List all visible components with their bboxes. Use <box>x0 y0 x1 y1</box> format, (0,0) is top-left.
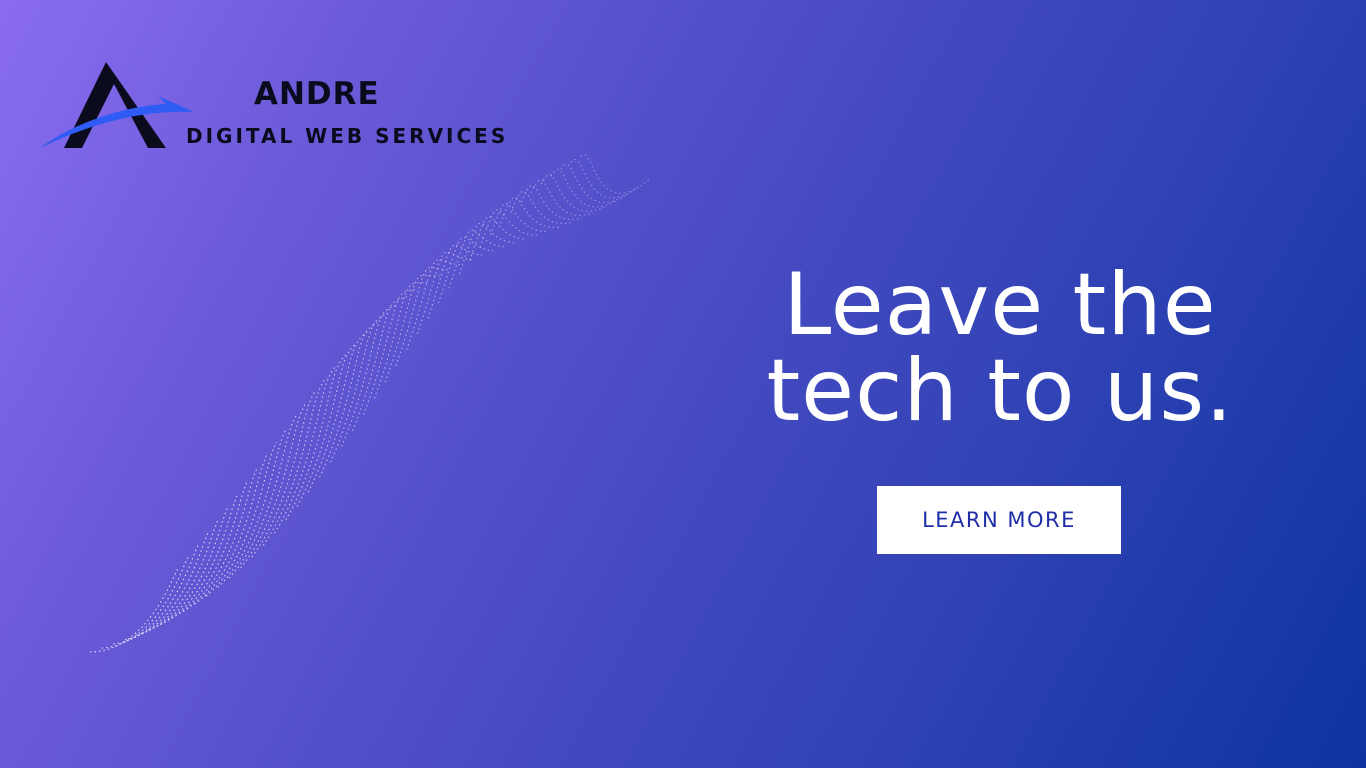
wave-mesh-line <box>205 441 277 597</box>
hero-banner: ANDRE DIGITAL WEB SERVICES Leave the tec… <box>0 0 1366 768</box>
wave-mesh-line <box>194 455 268 605</box>
wave-mesh-line <box>124 532 209 641</box>
wave-mesh-line <box>530 179 594 216</box>
wave-mesh-line <box>89 566 180 653</box>
wave-mesh-lines <box>89 154 651 653</box>
wave-mesh-line <box>373 281 429 399</box>
wave-mesh-line <box>285 353 347 521</box>
brand-tagline: DIGITAL WEB SERVICES <box>186 124 509 148</box>
wave-mesh-line <box>217 428 287 588</box>
logo-icon <box>40 62 194 148</box>
wave-mesh-line <box>318 322 378 478</box>
learn-more-button[interactable]: LEARN MORE <box>877 486 1121 554</box>
wave-mesh-line <box>500 196 560 228</box>
wave-mesh-line <box>510 190 571 225</box>
wave-mesh-line <box>416 251 472 335</box>
wave-mesh-line <box>330 312 388 463</box>
wave-mesh-line <box>540 173 605 212</box>
wave-mesh-line <box>427 244 483 319</box>
wave-mesh-line <box>352 296 408 432</box>
wave-mesh-line <box>251 389 317 558</box>
wave-mesh-line <box>274 365 337 534</box>
wave-mesh-line <box>240 402 307 569</box>
wave-mesh-line <box>384 274 440 383</box>
wave-mesh-line <box>296 342 357 507</box>
headline-line-1: Leave the <box>783 255 1217 355</box>
wave-mesh-line <box>469 215 526 261</box>
wave-mesh-line <box>228 415 297 579</box>
wave-mesh-line <box>341 304 398 447</box>
dotted-wave-icon <box>89 154 651 653</box>
wave-mesh-line <box>182 468 258 613</box>
wave-mesh-line <box>580 154 651 194</box>
hero-headline: Leave the tech to us. <box>690 262 1310 434</box>
brand-logo[interactable]: ANDRE DIGITAL WEB SERVICES <box>38 58 518 158</box>
wave-mesh-line <box>550 168 616 208</box>
headline-line-2: tech to us. <box>766 341 1234 441</box>
wave-mesh-line <box>262 377 327 546</box>
wave-mesh-line <box>448 229 505 289</box>
wave-mesh-line <box>113 544 199 645</box>
wave-mesh-line <box>520 184 582 221</box>
wave-mesh-line <box>458 222 515 275</box>
wave-mesh-line <box>101 555 190 649</box>
brand-name: ANDRE <box>254 76 380 112</box>
